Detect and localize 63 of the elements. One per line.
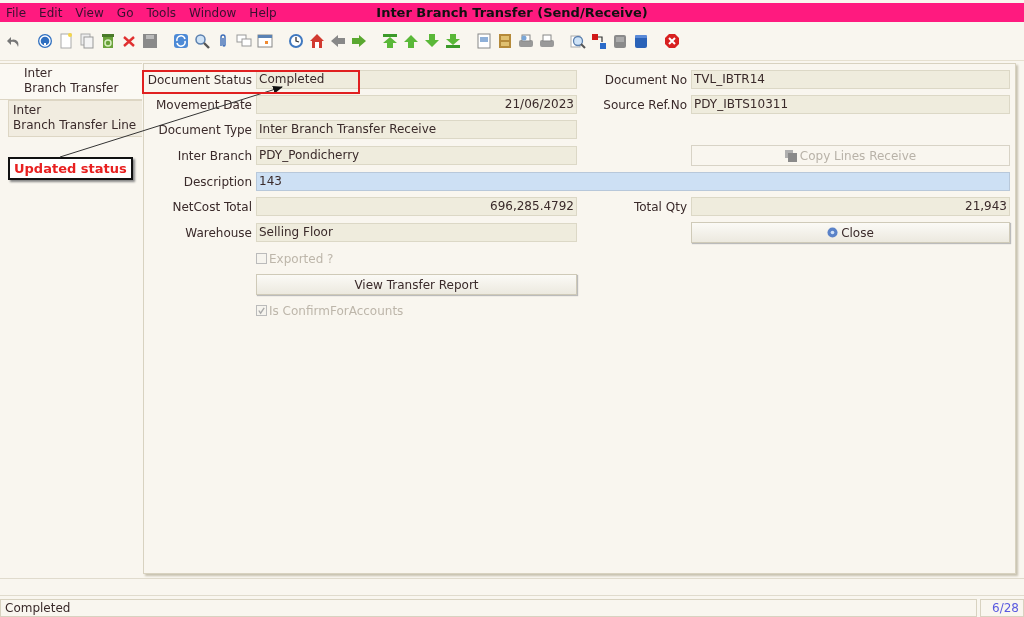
menu-item[interactable]: Window <box>189 5 237 20</box>
calendar-icon[interactable] <box>256 33 273 49</box>
zoom-icon[interactable] <box>569 33 586 49</box>
right-arrow-icon[interactable] <box>350 33 367 49</box>
save-icon[interactable] <box>141 33 158 49</box>
field-label: Document Status <box>146 72 252 87</box>
input-field[interactable]: 143 <box>256 172 1010 191</box>
left-arrow-icon[interactable] <box>329 33 346 49</box>
cabinet-icon[interactable] <box>496 33 513 49</box>
close-icon[interactable] <box>663 33 680 49</box>
button[interactable]: Close <box>691 222 1010 243</box>
printer-preview-icon[interactable] <box>517 33 534 49</box>
field-label: Inter Branch <box>176 148 252 163</box>
input-field[interactable]: PDY_IBTS10311 <box>691 95 1010 114</box>
tab[interactable]: Inter Branch Transfer Line <box>8 100 142 137</box>
document-icon[interactable] <box>475 33 492 49</box>
status-message: Completed <box>0 599 977 617</box>
field-label: Warehouse <box>184 225 252 240</box>
gear-icon <box>827 227 839 238</box>
record-counter: 6/28 <box>980 599 1024 617</box>
product-icon[interactable] <box>611 33 628 49</box>
input-field[interactable]: Inter Branch Transfer Receive <box>256 120 577 139</box>
input-field[interactable]: Completed <box>256 70 577 89</box>
first-record-icon[interactable] <box>381 33 398 49</box>
copy-icon[interactable] <box>78 33 95 49</box>
copy-icon <box>784 149 797 162</box>
recycle-bin-icon[interactable] <box>99 33 116 49</box>
field-label: Total Qty <box>632 199 687 214</box>
input-field[interactable]: 21/06/2023 <box>256 95 577 114</box>
menu-item[interactable]: Tools <box>146 5 177 20</box>
up-arrow-icon[interactable] <box>402 33 419 49</box>
menu-item[interactable]: File <box>6 5 27 20</box>
field-label: Movement Date <box>154 97 252 112</box>
menu-item[interactable]: View <box>75 5 104 20</box>
menu-item[interactable]: Go <box>116 5 134 20</box>
input-field[interactable]: TVL_IBTR14 <box>691 70 1010 89</box>
button[interactable]: View Transfer Report <box>256 274 577 295</box>
field-label: Document Type <box>157 122 252 137</box>
callout-label: Updated status <box>8 157 133 180</box>
field-label: Description <box>182 174 252 189</box>
menu-item[interactable]: Edit <box>39 5 63 20</box>
window-title: Inter Branch Transfer (Send/Receive) <box>376 5 648 20</box>
refresh-icon[interactable] <box>172 33 189 49</box>
chat-icon[interactable] <box>235 33 252 49</box>
home-icon[interactable] <box>308 33 325 49</box>
field-label: Source Ref.No <box>602 97 687 112</box>
input-field[interactable]: 696,285.4792 <box>256 197 577 216</box>
search-icon[interactable] <box>193 33 210 49</box>
input-field[interactable]: PDY_Pondicherry <box>256 146 577 165</box>
down-arrow-icon[interactable] <box>423 33 440 49</box>
help-icon[interactable] <box>36 33 53 49</box>
workflow-icon[interactable] <box>590 33 607 49</box>
tab[interactable]: Inter Branch Transfer <box>0 63 142 100</box>
cube-icon[interactable] <box>632 33 649 49</box>
input-field[interactable]: 21,943 <box>691 197 1010 216</box>
clock-icon[interactable] <box>287 33 304 49</box>
input-field[interactable]: Selling Floor <box>256 223 577 242</box>
menu-item[interactable]: Help <box>249 5 277 20</box>
check-mark-icon <box>257 306 266 315</box>
field-label: Document No <box>603 72 687 87</box>
field-label: NetCost Total <box>171 199 252 214</box>
printer-icon[interactable] <box>538 33 555 49</box>
last-record-icon[interactable] <box>444 33 461 49</box>
